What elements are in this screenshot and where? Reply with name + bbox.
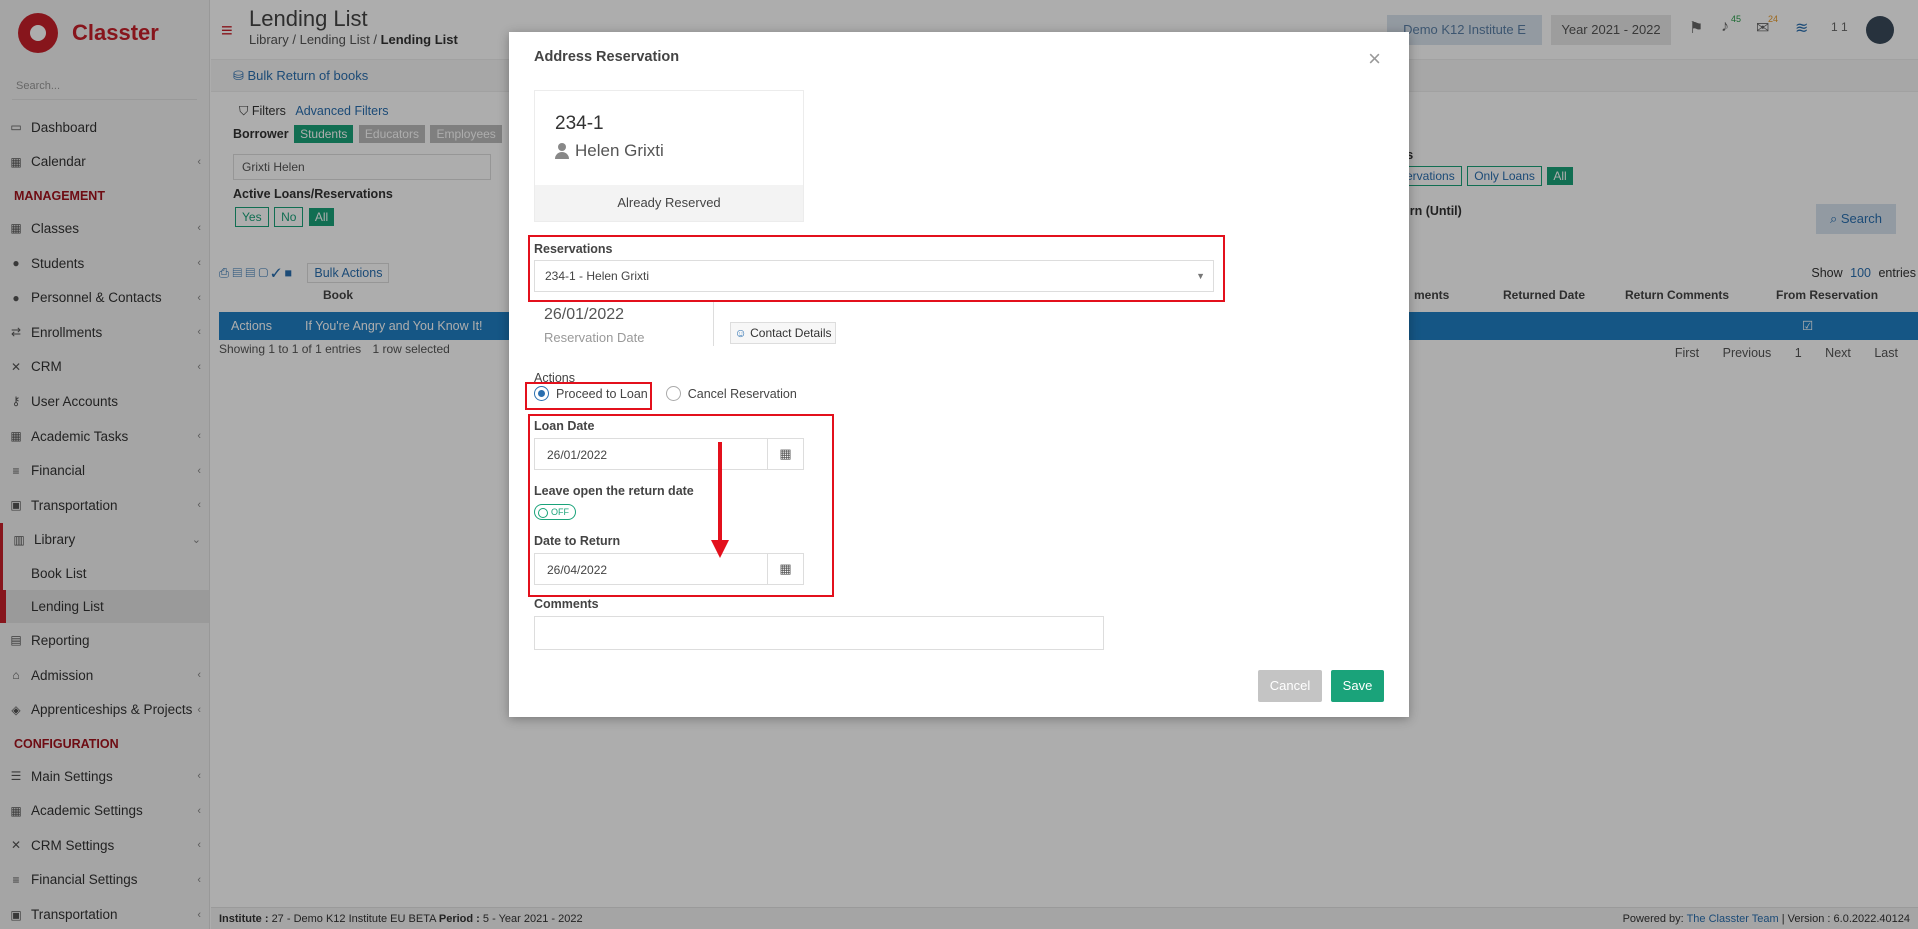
caret-down-icon: ▼	[1196, 271, 1205, 281]
calendar-icon[interactable]: ▦	[767, 554, 803, 584]
loan-date-input[interactable]: 26/01/2022 ▦	[534, 438, 804, 470]
card-code: 234-1	[555, 113, 604, 134]
annotation-arrow	[711, 442, 729, 558]
date-to-return-input[interactable]: 26/04/2022 ▦	[534, 553, 804, 585]
cancel-button[interactable]: Cancel	[1258, 670, 1322, 702]
radio-proceed-to-loan[interactable]	[534, 386, 549, 401]
actions-radio-group: Proceed to Loan Cancel Reservation	[534, 386, 797, 401]
reservation-date: 26/01/2022	[544, 306, 625, 323]
person-icon	[555, 143, 569, 159]
close-icon[interactable]: ×	[1368, 46, 1381, 72]
radio-cancel-reservation[interactable]	[665, 386, 681, 401]
divider	[713, 302, 714, 346]
address-reservation-modal: Address Reservation × 234-1 Helen Grixti…	[509, 32, 1409, 717]
save-button[interactable]: Save	[1331, 670, 1384, 702]
calendar-icon[interactable]: ▦	[767, 439, 803, 469]
comments-label: Comments	[534, 597, 599, 611]
user-icon: ☺	[734, 326, 747, 340]
reservations-select[interactable]: 234-1 - Helen Grixti ▼	[534, 260, 1214, 292]
comments-input[interactable]	[534, 616, 1104, 650]
leave-open-toggle[interactable]: OFF	[534, 504, 576, 520]
reservation-date-label: Reservation Date	[544, 330, 645, 345]
loan-date-label: Loan Date	[534, 419, 595, 433]
reservation-card: 234-1 Helen Grixti Already Reserved	[534, 90, 804, 222]
contact-details-button[interactable]: ☺ Contact Details	[730, 322, 836, 344]
date-to-return-label: Date to Return	[534, 534, 621, 548]
card-name: Helen Grixti	[555, 141, 664, 161]
reservations-label: Reservations	[534, 242, 613, 256]
card-status: Already Reserved	[535, 185, 803, 221]
leave-open-label: Leave open the return date	[534, 484, 694, 498]
modal-title: Address Reservation	[534, 49, 680, 65]
